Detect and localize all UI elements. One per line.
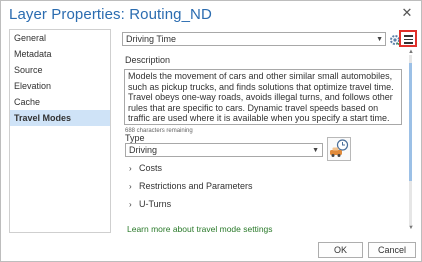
type-dropdown[interactable]: Driving ▼ xyxy=(125,143,323,157)
chevron-down-icon: ▼ xyxy=(376,36,383,43)
nav-item-metadata[interactable]: Metadata xyxy=(10,46,110,62)
section-costs[interactable]: › Costs xyxy=(129,163,162,173)
description-label: Description xyxy=(125,55,171,65)
chevron-down-icon: ▼ xyxy=(312,147,319,154)
dialog-title: Layer Properties: Routing_ND xyxy=(9,6,212,23)
chevron-right-icon: › xyxy=(129,164,132,173)
section-u-turns[interactable]: › U-Turns xyxy=(129,199,171,209)
layer-properties-dialog: Layer Properties: Routing_ND ✕ General M… xyxy=(0,0,422,262)
scrollbar[interactable] xyxy=(409,55,412,225)
nav-item-source[interactable]: Source xyxy=(10,62,110,78)
chevron-right-icon: › xyxy=(129,200,132,209)
travel-mode-value: Driving Time xyxy=(126,34,177,44)
description-field[interactable]: Models the movement of cars and other si… xyxy=(124,69,402,125)
hamburger-menu-icon[interactable] xyxy=(399,30,417,47)
type-label: Type xyxy=(125,133,145,143)
nav-item-elevation[interactable]: Elevation xyxy=(10,78,110,94)
car-clock-icon[interactable] xyxy=(327,137,351,161)
close-icon[interactable]: ✕ xyxy=(401,6,413,19)
cancel-button[interactable]: Cancel xyxy=(368,242,416,258)
learn-more-link[interactable]: Learn more about travel mode settings xyxy=(127,224,273,234)
travel-modes-panel: Driving Time ▼ Description Models the mo… xyxy=(119,29,417,234)
scroll-down-icon[interactable]: ▼ xyxy=(408,225,414,231)
chevron-right-icon: › xyxy=(129,182,132,191)
section-restrictions[interactable]: › Restrictions and Parameters xyxy=(129,181,253,191)
nav-list: General Metadata Source Elevation Cache … xyxy=(9,29,111,233)
nav-item-cache[interactable]: Cache xyxy=(10,94,110,110)
ok-button[interactable]: OK xyxy=(318,242,363,258)
nav-item-travel-modes[interactable]: Travel Modes xyxy=(10,110,110,126)
type-value: Driving xyxy=(129,145,158,155)
nav-item-general[interactable]: General xyxy=(10,30,110,46)
scroll-thumb[interactable] xyxy=(409,63,412,181)
travel-mode-dropdown[interactable]: Driving Time ▼ xyxy=(122,32,386,46)
